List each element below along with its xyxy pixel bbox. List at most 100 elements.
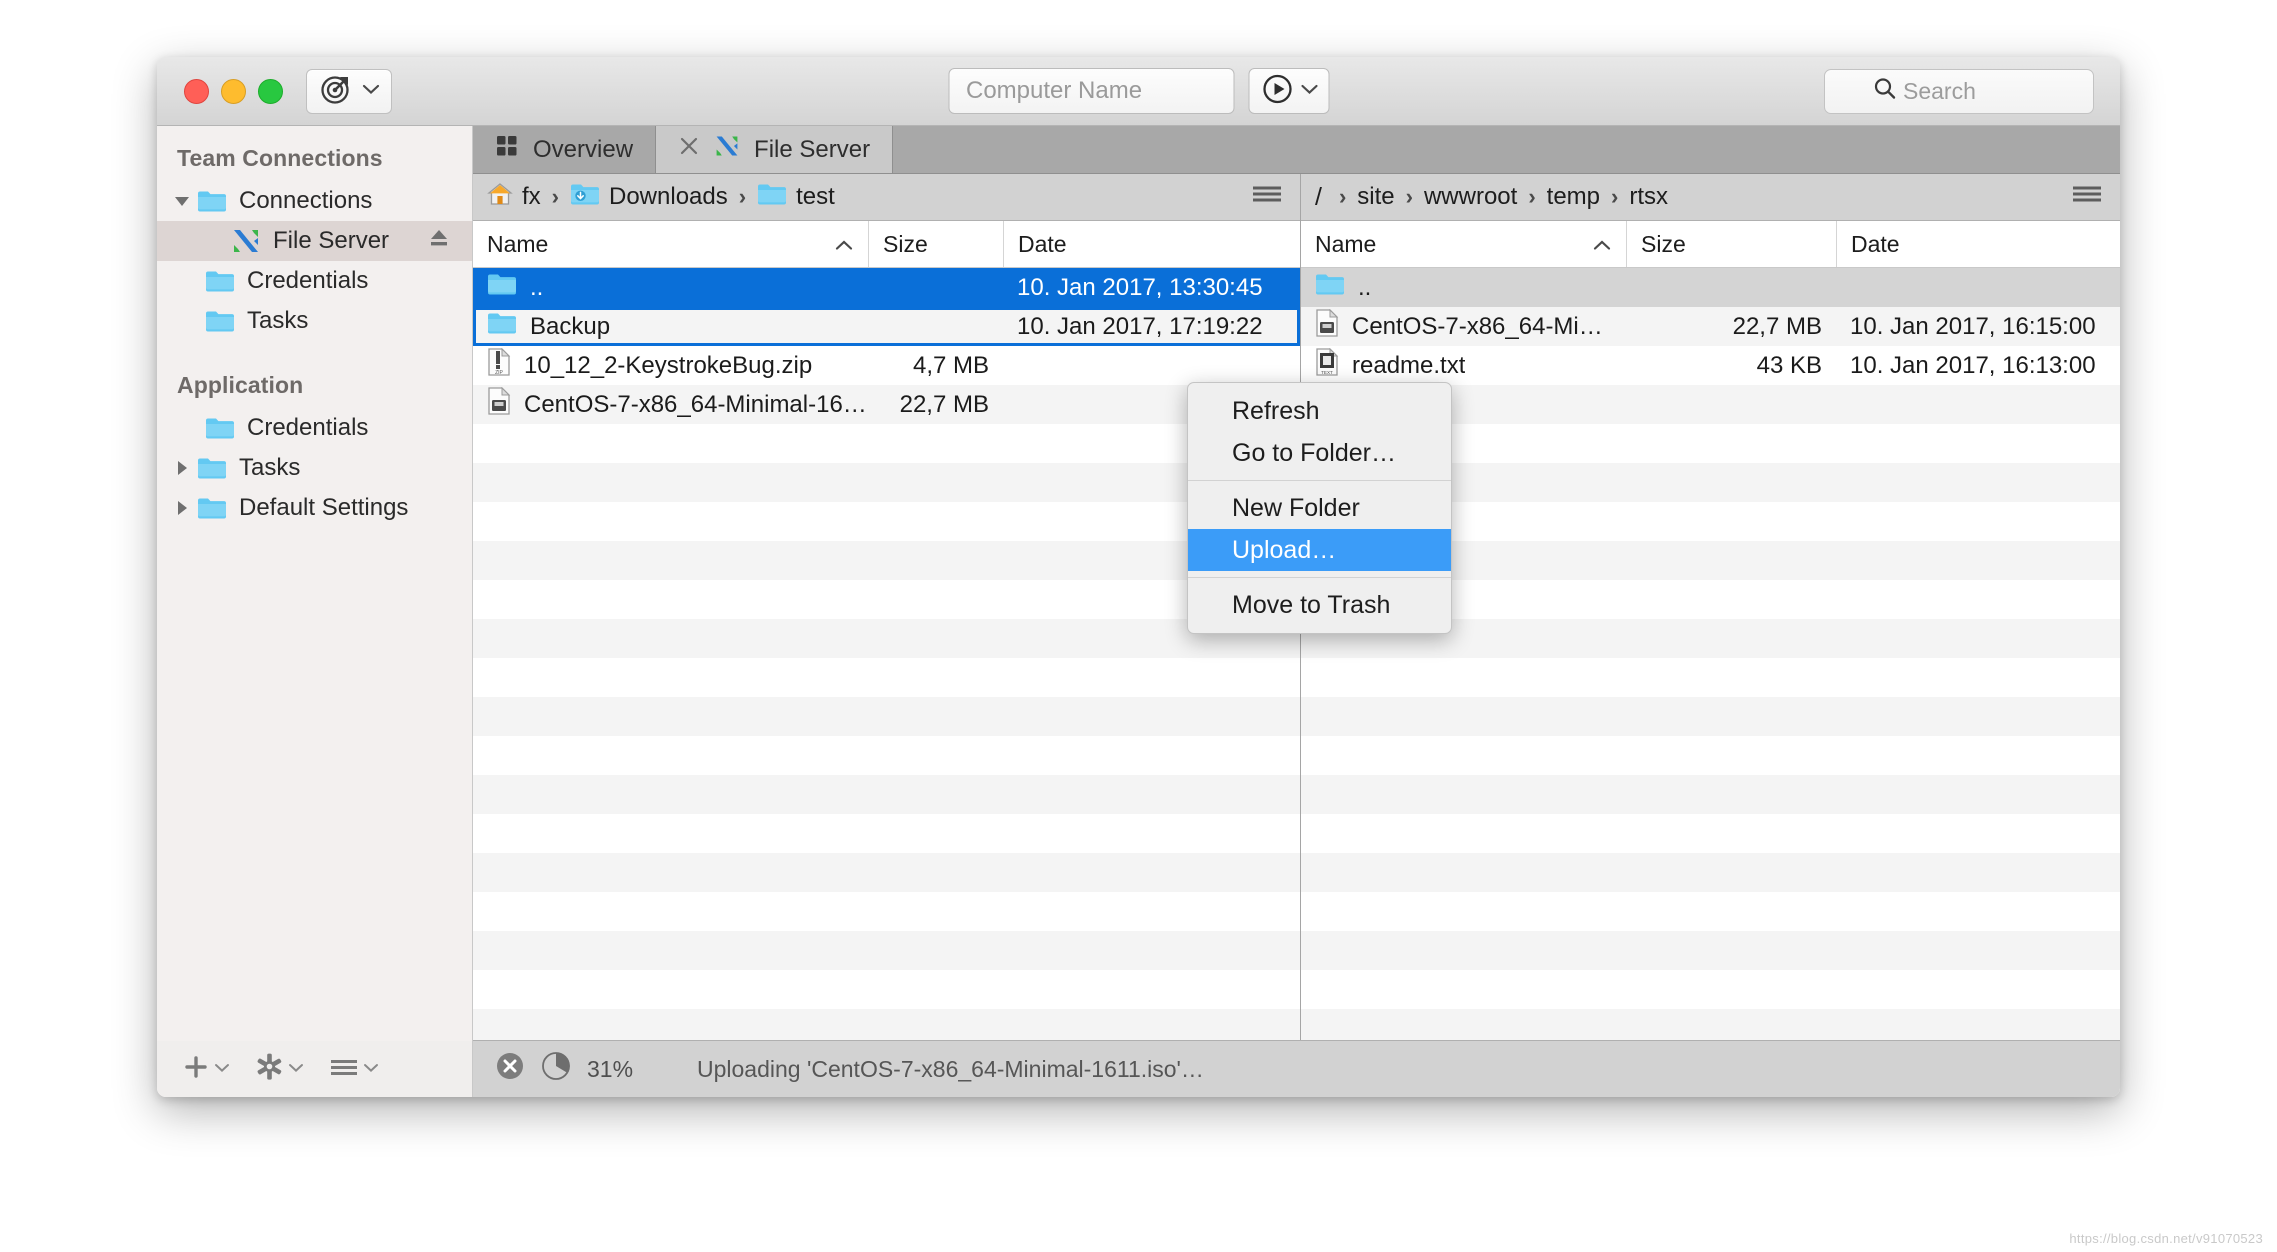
breadcrumb-item-test[interactable]: test	[757, 182, 835, 213]
breadcrumb-item-fx[interactable]: fx	[487, 181, 541, 214]
remote-breadcrumb: / › site › wwwroot › temp › rtsx	[1301, 174, 2120, 221]
local-pane-menu-hamburger-icon[interactable]	[1252, 184, 1282, 211]
file-date: 10. Jan 2017, 16:15:00	[1850, 312, 2096, 340]
column-header-label: Size	[883, 230, 928, 257]
folder-icon	[205, 309, 235, 333]
disclosure-triangle-right-icon[interactable]	[171, 498, 193, 518]
column-header-size[interactable]: Size	[868, 221, 1003, 267]
menu-item-move-to-trash[interactable]: Move to Trash	[1188, 584, 1451, 626]
main-area: Overview File Server fx › Downloads › te…	[473, 126, 2120, 1097]
breadcrumb-label: rtsx	[1629, 183, 1669, 210]
column-header-label: Date	[1018, 230, 1067, 257]
menu-item-label: Refresh	[1232, 396, 1320, 425]
breadcrumb-item-wwwroot[interactable]: wwwroot	[1424, 183, 1517, 211]
column-header-date[interactable]: Date	[1003, 221, 1300, 267]
sidebar-item-file-server[interactable]: File Server	[157, 221, 472, 261]
table-row[interactable]: ZIP 10_12_2-KeystrokeBug.zip 4,7 MB	[473, 346, 1300, 385]
tab-bar: Overview File Server	[473, 126, 2120, 174]
menu-item-new-folder[interactable]: New Folder	[1188, 487, 1451, 529]
file-size: 4,7 MB	[912, 351, 989, 379]
maximize-window-button[interactable]	[258, 78, 283, 104]
menu-item-go-to-folder[interactable]: Go to Folder…	[1188, 432, 1451, 474]
file-size: 43 KB	[1756, 351, 1822, 379]
context-menu[interactable]: Refresh Go to Folder… New Folder Upload……	[1187, 382, 1452, 634]
tab-file-server[interactable]: File Server	[656, 126, 894, 173]
table-row[interactable]: .. 10. Jan 2017, 13:30:45	[473, 268, 1300, 307]
file-name: CentOS-7-x86_64-Mi…	[1352, 312, 1603, 340]
target-icon	[319, 72, 353, 111]
breadcrumb-item-site[interactable]: site	[1357, 183, 1394, 211]
menu-item-upload[interactable]: Upload…	[1188, 529, 1451, 571]
computer-name-combo[interactable]	[948, 68, 1296, 114]
menu-item-refresh[interactable]: Refresh	[1188, 390, 1451, 432]
file-date: 10. Jan 2017, 13:30:45	[1017, 273, 1263, 301]
sidebar-item-tasks-team[interactable]: Tasks	[157, 301, 472, 341]
table-row[interactable]: CentOS-7-x86_64-Mi… 22,7 MB 10. Jan 2017…	[1301, 307, 2120, 346]
sidebar-item-credentials-team[interactable]: Credentials	[157, 261, 472, 301]
app-icon	[714, 133, 740, 166]
column-header-size[interactable]: Size	[1626, 221, 1836, 267]
column-header-name[interactable]: Name	[473, 221, 868, 267]
breadcrumb-separator-icon: ›	[738, 184, 747, 209]
eject-icon[interactable]	[428, 227, 450, 255]
sidebar-item-credentials-app[interactable]: Credentials	[157, 408, 472, 448]
file-size: 22,7 MB	[1732, 312, 1822, 340]
menu-separator	[1188, 480, 1451, 481]
table-row[interactable]: CentOS-7-x86_64-Minimal-161… 22,7 MB	[473, 385, 1300, 424]
tab-label: File Server	[754, 135, 871, 163]
connect-button-group[interactable]	[1248, 68, 1329, 114]
breadcrumb-item-temp[interactable]: temp	[1547, 183, 1600, 211]
sidebar-group-title-application: Application	[177, 372, 304, 398]
sidebar-item-connections[interactable]: Connections	[157, 181, 472, 221]
add-button[interactable]	[183, 1054, 230, 1085]
settings-button[interactable]	[256, 1053, 304, 1085]
search-field[interactable]	[1824, 68, 2094, 114]
status-message: Uploading 'CentOS-7-x86_64-Minimal-1611.…	[697, 1055, 1204, 1082]
svg-text:TEXT: TEXT	[1321, 370, 1333, 375]
breadcrumb-label: temp	[1546, 183, 1601, 210]
actions-button[interactable]	[330, 1057, 379, 1082]
breadcrumb-item-downloads[interactable]: Downloads	[570, 182, 728, 213]
breadcrumb-root[interactable]: /	[1315, 183, 1328, 212]
close-window-button[interactable]	[184, 78, 209, 104]
sidebar-footer-toolbar	[157, 1041, 472, 1097]
window-controls	[184, 78, 283, 104]
disclosure-triangle-right-icon[interactable]	[171, 458, 193, 478]
breadcrumb-label: test	[796, 183, 835, 210]
title-bar	[157, 57, 2120, 126]
breadcrumb-label: wwwroot	[1423, 183, 1518, 210]
chevron-down-icon	[362, 82, 380, 100]
svg-text:ZIP: ZIP	[495, 370, 503, 376]
column-header-name[interactable]: Name	[1301, 221, 1626, 267]
connect-dropdown-chevron-down-icon[interactable]	[1300, 82, 1318, 100]
search-input[interactable]	[1903, 77, 2093, 105]
local-file-list[interactable]: .. 10. Jan 2017, 13:30:45 Backup 10. Jan…	[473, 268, 1300, 1040]
breadcrumb-item-rtsx[interactable]: rtsx	[1629, 183, 1668, 211]
table-row[interactable]: ..	[1301, 268, 2120, 307]
table-row[interactable]: Backup 10. Jan 2017, 17:19:22	[473, 307, 1300, 346]
breadcrumb-separator-icon: ›	[1338, 184, 1347, 209]
sidebar-item-tasks-app[interactable]: Tasks	[157, 448, 472, 488]
play-circle-icon[interactable]	[1261, 73, 1293, 110]
folder-icon	[205, 416, 235, 440]
sidebar-group-title-team-connections: Team Connections	[177, 145, 383, 171]
cancel-circle-icon[interactable]	[495, 1051, 525, 1087]
sidebar: Team Connections Connections File Server…	[157, 126, 473, 1097]
disclosure-triangle-down-icon[interactable]	[171, 191, 193, 211]
column-header-label: Name	[487, 230, 549, 257]
breadcrumb-label: Downloads	[609, 183, 728, 210]
target-mode-button[interactable]	[306, 68, 392, 114]
table-row[interactable]: TEXT readme.txt 43 KB 10. Jan 2017, 16:1…	[1301, 346, 2120, 385]
column-header-label: Date	[1851, 230, 1900, 257]
close-icon[interactable]	[678, 135, 700, 164]
remote-pane-menu-hamburger-icon[interactable]	[2072, 184, 2102, 211]
computer-name-input[interactable]	[949, 69, 1276, 113]
minimize-window-button[interactable]	[221, 78, 246, 104]
app-icon	[231, 226, 261, 256]
tab-overview[interactable]: Overview	[473, 126, 657, 173]
column-header-date[interactable]: Date	[1836, 221, 2120, 267]
folder-icon	[197, 496, 227, 520]
sidebar-item-default-settings[interactable]: Default Settings	[157, 488, 472, 528]
chevron-down-icon	[363, 1060, 379, 1078]
search-icon	[1873, 77, 1897, 106]
